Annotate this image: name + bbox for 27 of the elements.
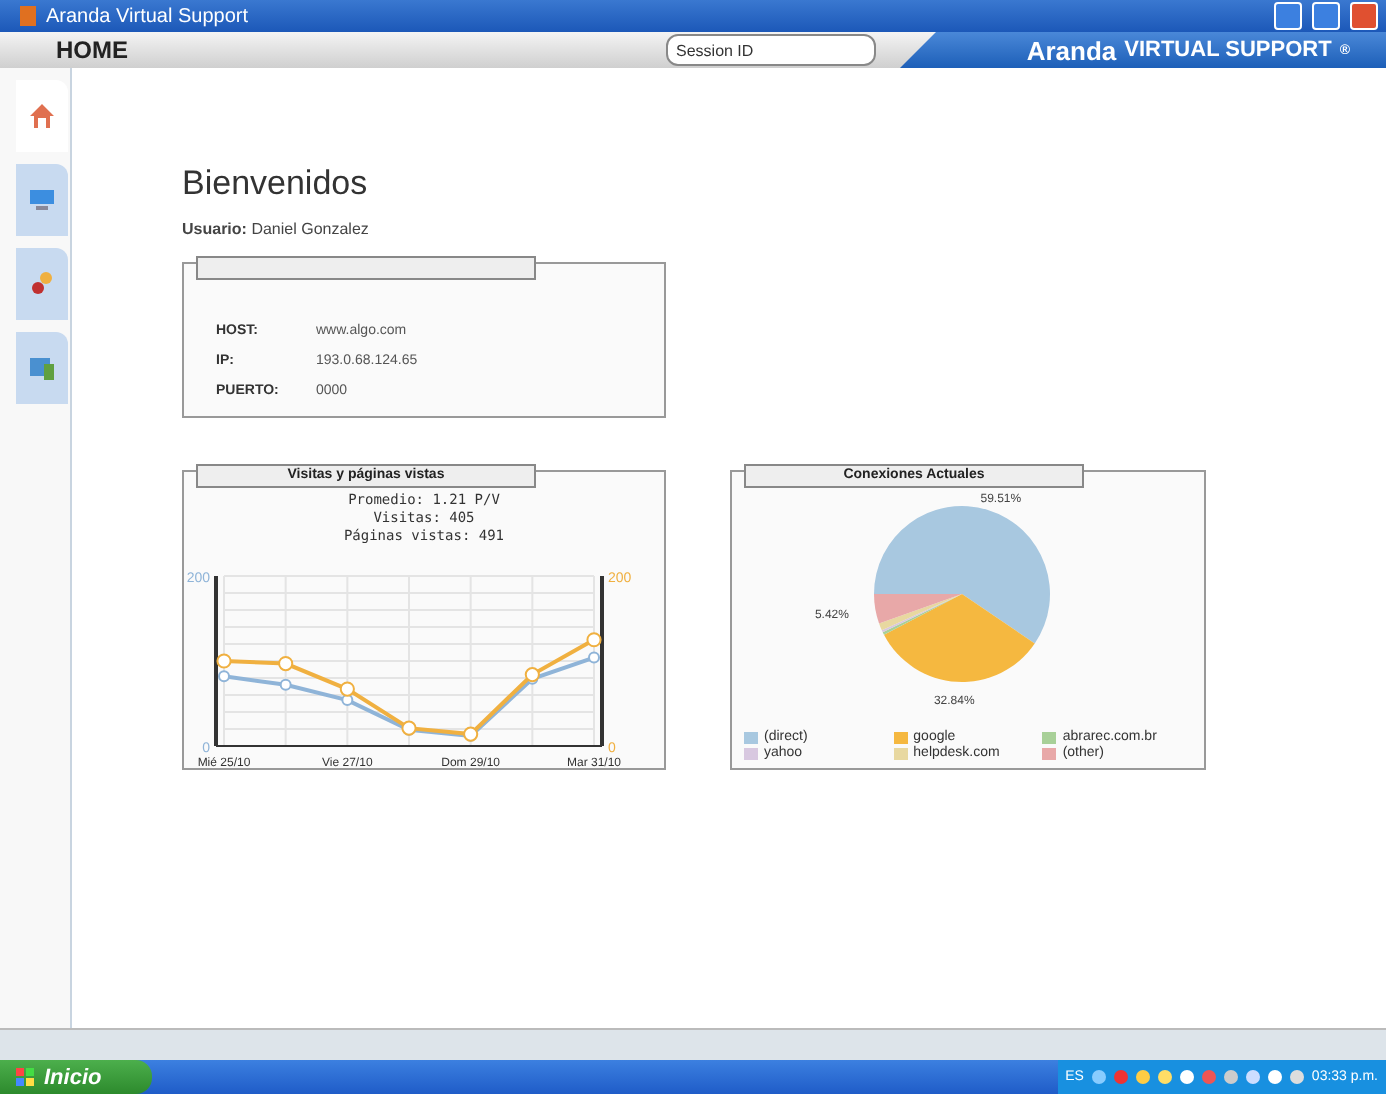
brand-tagline: VIRTUAL SUPPORT: [1124, 38, 1332, 62]
brand-name: Aranda: [1026, 35, 1117, 65]
sidebar-tab[interactable]: [16, 164, 68, 236]
maximize-button[interactable]: [1312, 2, 1340, 30]
sidebar-tab[interactable]: [16, 332, 68, 404]
session-field[interactable]: Session ID: [666, 34, 876, 66]
windows-logo-icon: [16, 1067, 36, 1087]
data-point: [588, 651, 600, 664]
window-icon: [28, 354, 56, 382]
user-line: Usuario: Daniel Gonzalez: [182, 220, 371, 238]
close-button[interactable]: [1350, 2, 1378, 30]
monitor-icon: [28, 188, 56, 212]
data-point: [463, 726, 479, 742]
data-point: [279, 678, 292, 691]
home-icon: [28, 102, 56, 130]
data-point: [278, 655, 294, 672]
app-icon: [20, 6, 36, 26]
minimize-button[interactable]: [1274, 2, 1302, 30]
window-title: Aranda Virtual Support: [46, 5, 250, 27]
sidebar-tab[interactable]: [16, 80, 68, 152]
home-label[interactable]: HOME: [56, 36, 666, 64]
page-title: Bienvenidos: [182, 164, 370, 204]
data-point: [401, 720, 417, 736]
users-icon: [28, 270, 56, 298]
start-button[interactable]: Inicio: [0, 1060, 152, 1094]
sidebar-tab[interactable]: [16, 248, 68, 320]
data-point: [586, 632, 602, 648]
